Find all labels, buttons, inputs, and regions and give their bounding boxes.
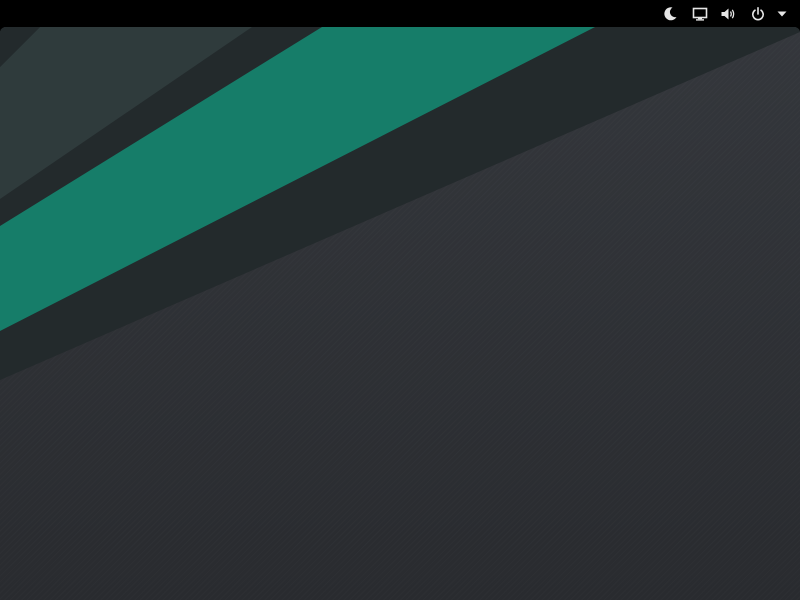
wallpaper-graphic xyxy=(0,27,800,600)
system-menu-arrow-icon xyxy=(777,11,787,16)
display-icon xyxy=(692,7,708,21)
desktop-background[interactable] xyxy=(0,27,800,600)
power-icon xyxy=(752,6,764,20)
volume-icon xyxy=(721,8,735,19)
power-indicator[interactable] xyxy=(750,0,766,27)
volume-indicator[interactable] xyxy=(720,0,736,27)
night-light-icon xyxy=(664,6,677,20)
night-light-indicator[interactable] xyxy=(662,0,678,27)
system-tray xyxy=(654,0,788,27)
system-menu-button[interactable] xyxy=(776,0,788,27)
display-indicator[interactable] xyxy=(692,0,708,27)
top-bar xyxy=(0,0,800,27)
